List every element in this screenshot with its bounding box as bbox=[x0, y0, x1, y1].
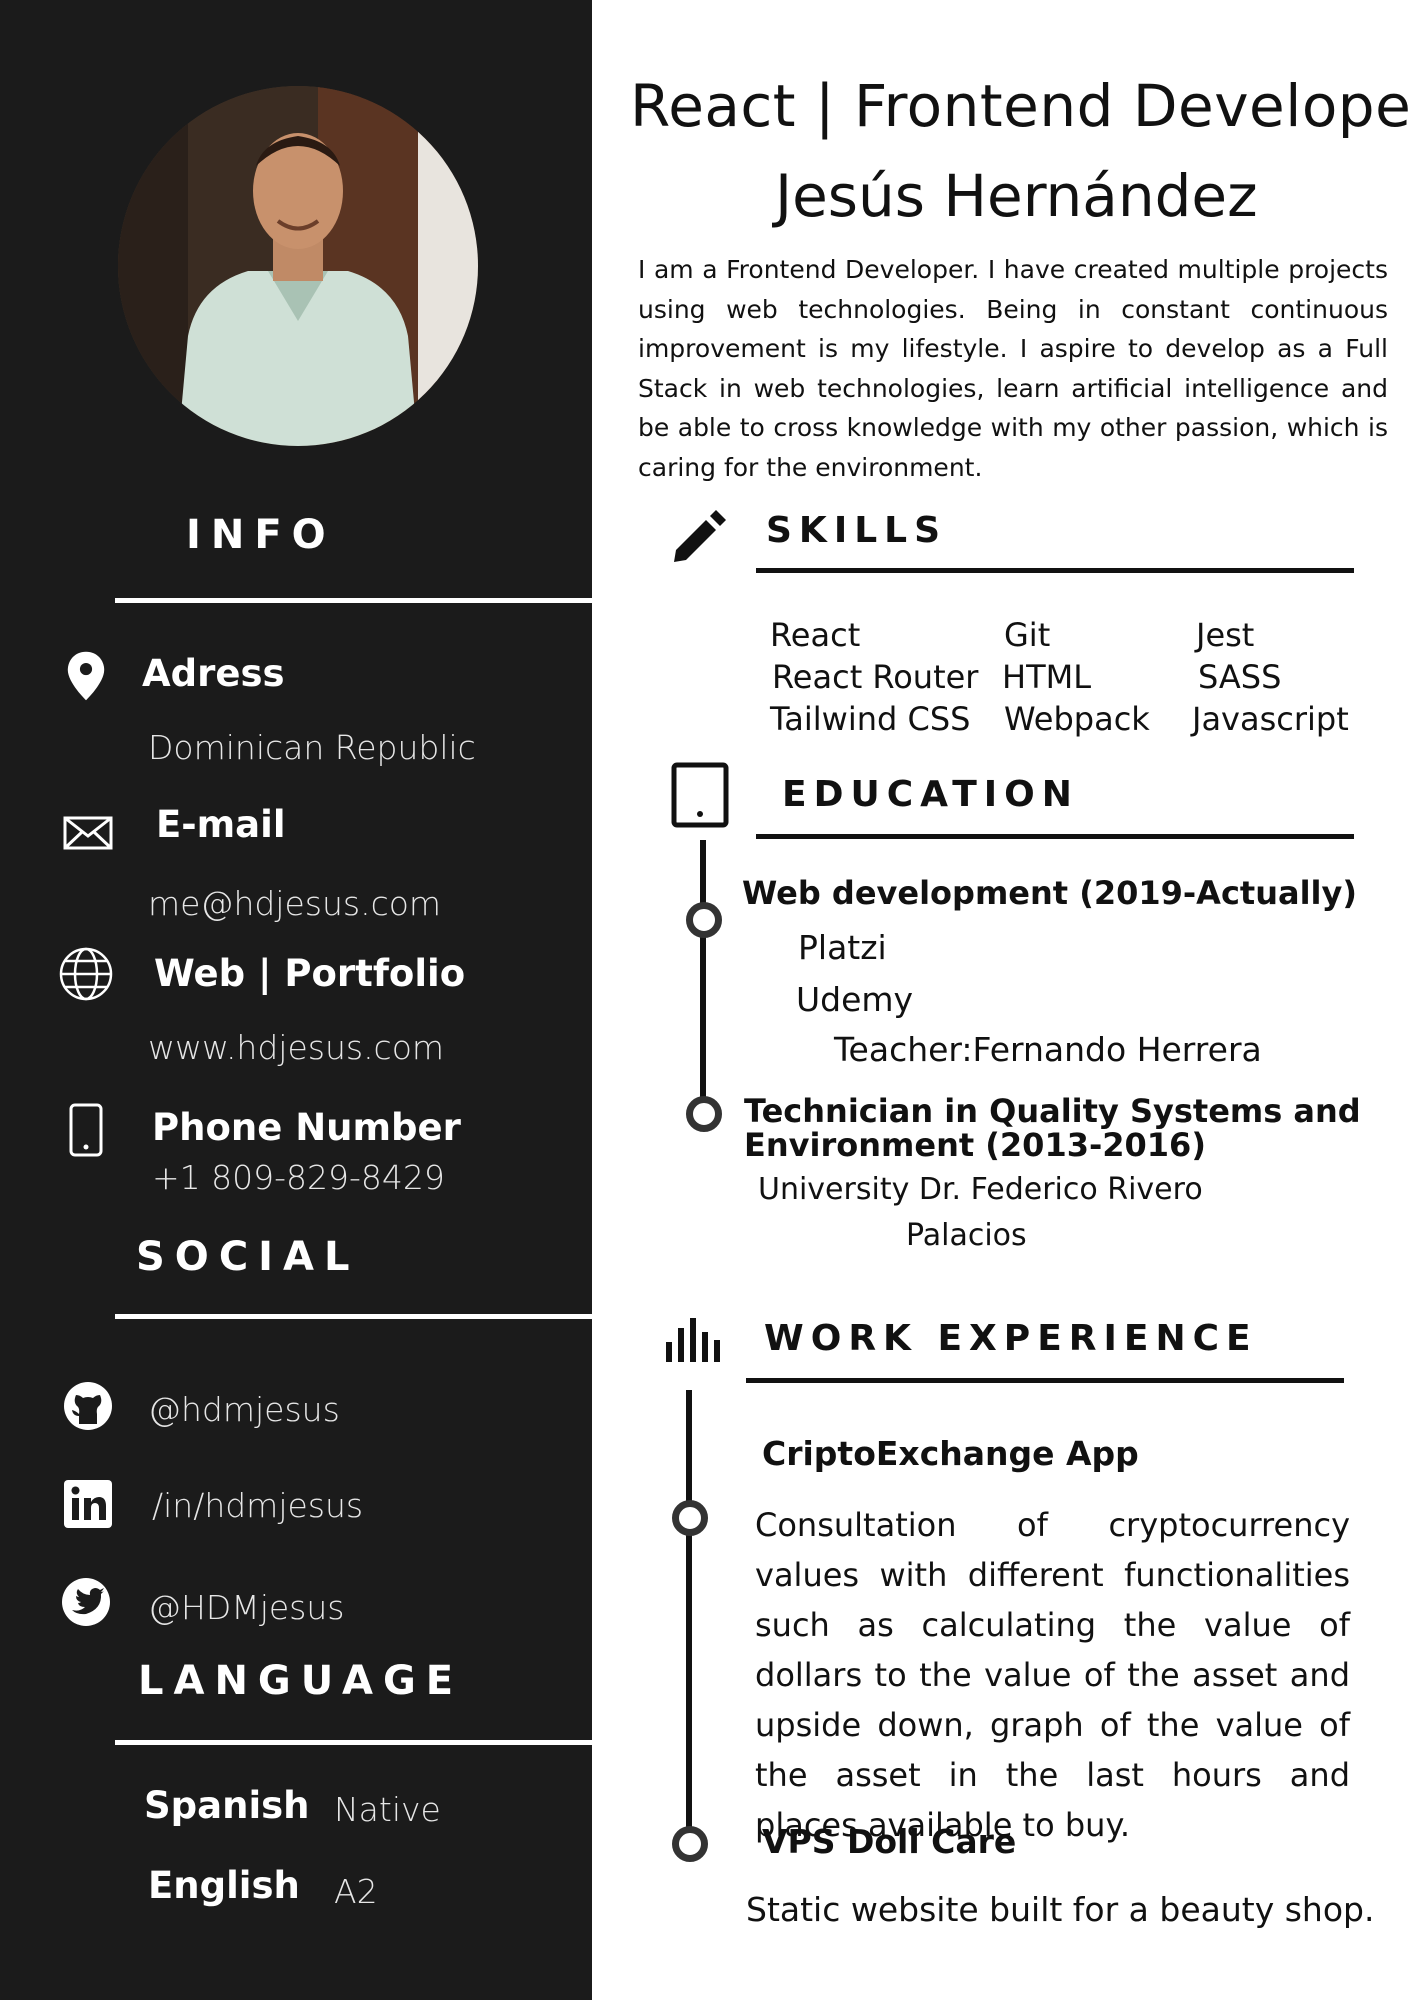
language-level-spanish: Native bbox=[334, 1790, 441, 1829]
skill-item: HTML bbox=[1002, 658, 1092, 696]
education-item-title: Web development (2019-Actually) bbox=[742, 874, 1357, 912]
job-description: Consultation of cryptocurrency values wi… bbox=[755, 1506, 1350, 1844]
education-item-line: Palacios bbox=[906, 1218, 1027, 1253]
address-label: Adress bbox=[142, 652, 285, 695]
education-heading: EDUCATION bbox=[782, 774, 1079, 815]
language-name-spanish: Spanish bbox=[144, 1784, 310, 1827]
skill-item: SASS bbox=[1198, 658, 1282, 696]
education-item-line: Platzi bbox=[798, 928, 887, 967]
info-divider bbox=[115, 598, 592, 603]
phone-value[interactable]: +1 809-829-8429 bbox=[152, 1158, 445, 1197]
timeline-node bbox=[672, 1500, 708, 1536]
skill-item: React Router bbox=[772, 658, 979, 696]
education-item-line: University Dr. Federico Rivero bbox=[758, 1172, 1203, 1207]
location-pin-icon bbox=[67, 651, 105, 701]
work-heading: WORK EXPERIENCE bbox=[764, 1318, 1258, 1359]
envelope-icon bbox=[63, 816, 113, 850]
job-title: React | Frontend Developer bbox=[630, 72, 1414, 140]
social-divider bbox=[115, 1314, 592, 1319]
linkedin-handle[interactable]: /in/hdmjesus bbox=[152, 1486, 363, 1525]
bar-chart-icon bbox=[666, 1318, 720, 1362]
education-timeline bbox=[700, 840, 706, 1112]
profile-photo bbox=[118, 86, 478, 446]
phone-icon bbox=[69, 1103, 103, 1157]
social-heading: SOCIAL bbox=[136, 1234, 360, 1280]
timeline-node bbox=[686, 1096, 722, 1132]
language-level-english: A2 bbox=[334, 1872, 378, 1911]
web-value[interactable]: www.hdjesus.com bbox=[148, 1028, 444, 1067]
linkedin-icon bbox=[64, 1480, 112, 1528]
twitter-handle[interactable]: @HDMjesus bbox=[148, 1588, 344, 1627]
email-label: E-mail bbox=[156, 803, 286, 846]
skills-divider bbox=[756, 568, 1354, 573]
skill-item: Tailwind CSS bbox=[770, 700, 971, 738]
skills-heading: SKILLS bbox=[766, 510, 948, 551]
job-description: Static website built for a beauty shop. bbox=[746, 1890, 1375, 1929]
skill-item: Jest bbox=[1196, 616, 1255, 654]
twitter-icon bbox=[62, 1578, 110, 1626]
phone-label: Phone Number bbox=[152, 1106, 461, 1149]
job-title-item: VPS Doll Care bbox=[762, 1822, 1017, 1861]
sidebar: INFO Adress Dominican Republic E-mail me… bbox=[0, 0, 592, 2000]
email-value[interactable]: me@hdjesus.com bbox=[148, 884, 441, 923]
timeline-node bbox=[686, 902, 722, 938]
globe-icon bbox=[59, 947, 113, 1001]
profile-photo-illustration bbox=[118, 86, 478, 446]
education-item-line: Udemy bbox=[796, 980, 914, 1019]
address-value: Dominican Republic bbox=[148, 728, 476, 767]
language-heading: LANGUAGE bbox=[138, 1658, 464, 1704]
skill-item: Git bbox=[1004, 616, 1051, 654]
timeline-node bbox=[672, 1826, 708, 1862]
about-paragraph: I am a Frontend Developer. I have create… bbox=[638, 255, 1388, 482]
job-title-item: CriptoExchange App bbox=[762, 1434, 1139, 1473]
skill-item: Javascript bbox=[1192, 700, 1349, 738]
pencil-icon bbox=[674, 510, 726, 562]
education-item-title: Environment (2013-2016) bbox=[744, 1126, 1206, 1164]
education-item-line: Teacher:Fernando Herrera bbox=[834, 1030, 1262, 1069]
web-label: Web | Portfolio bbox=[154, 952, 466, 995]
tablet-icon bbox=[671, 762, 729, 828]
info-heading: INFO bbox=[186, 512, 336, 558]
skill-item: React bbox=[770, 616, 861, 654]
github-icon bbox=[64, 1382, 112, 1430]
education-item-title: Technician in Quality Systems and bbox=[744, 1092, 1361, 1130]
language-divider bbox=[115, 1740, 592, 1745]
language-name-english: English bbox=[148, 1864, 300, 1907]
education-divider bbox=[756, 834, 1354, 839]
github-handle[interactable]: @hdmjesus bbox=[148, 1390, 340, 1429]
person-name: Jesús Hernández bbox=[775, 162, 1258, 230]
work-divider bbox=[746, 1378, 1344, 1383]
work-timeline bbox=[686, 1390, 692, 1844]
skill-item: Webpack bbox=[1004, 700, 1150, 738]
